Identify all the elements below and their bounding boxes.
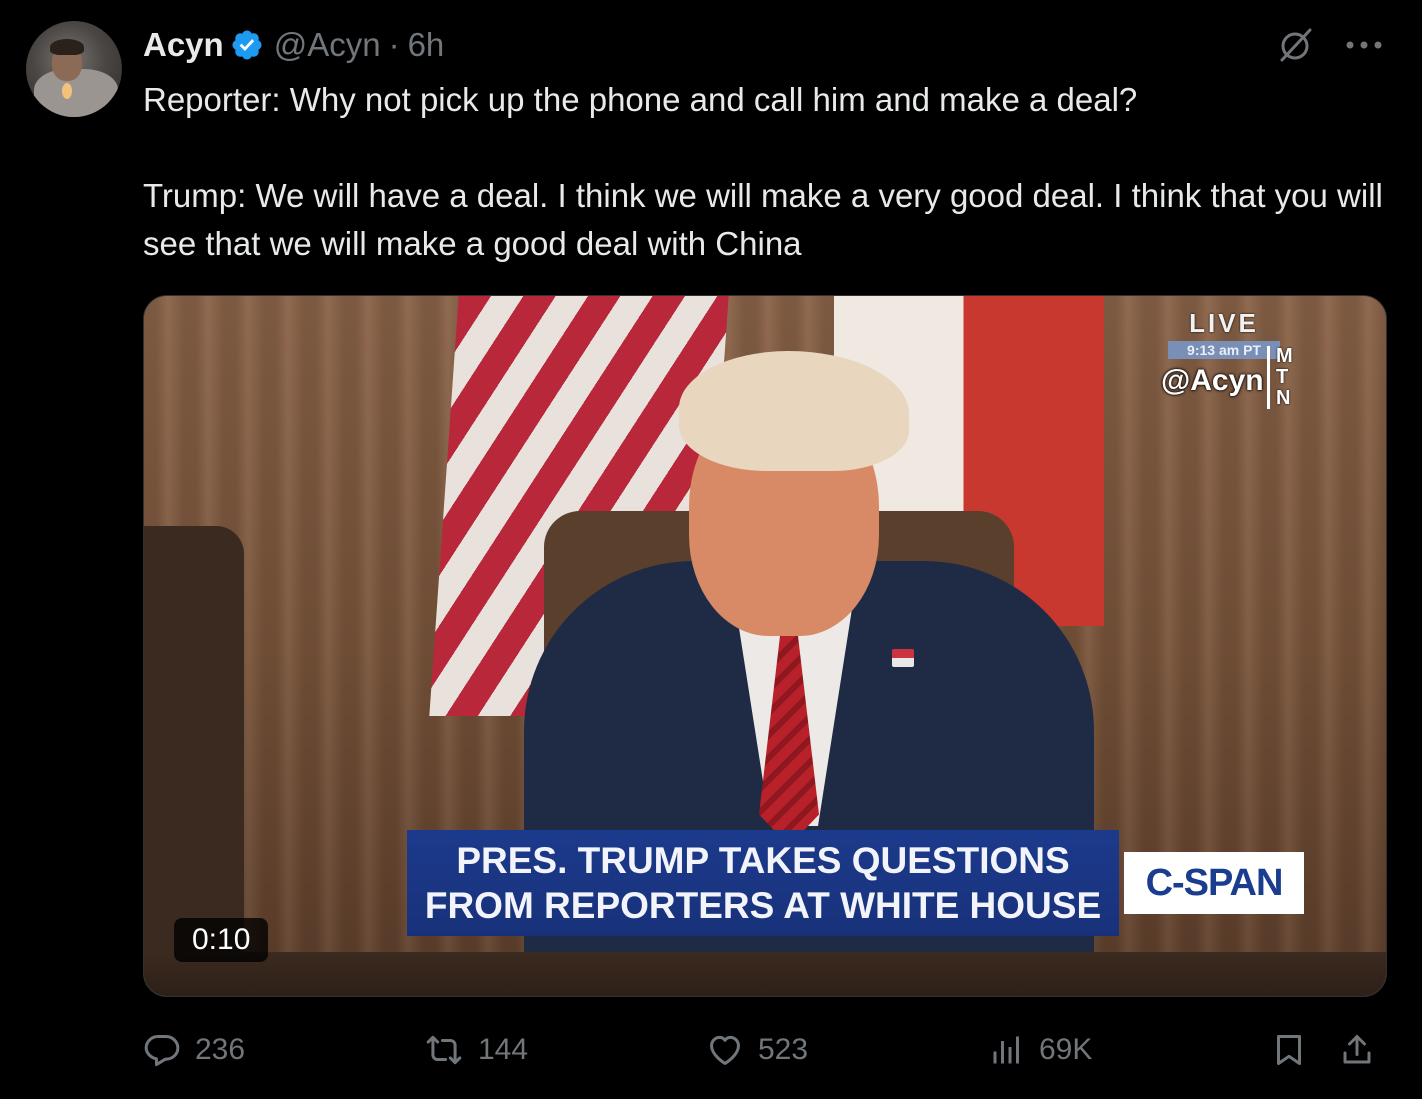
live-time: 9:13 am PT xyxy=(1168,341,1280,359)
repost-count: 144 xyxy=(478,1033,529,1066)
bookmark-button[interactable] xyxy=(1271,1026,1307,1074)
handle[interactable]: @Acyn xyxy=(274,26,381,64)
repost-button[interactable]: 144 xyxy=(424,1026,528,1074)
mtn-letter: T xyxy=(1276,366,1289,388)
news-chyron: PRES. TRUMP TAKES QUESTIONS FROM REPORTE… xyxy=(407,830,1119,936)
network-logo: C-SPAN xyxy=(1124,852,1304,914)
reply-button[interactable]: 236 xyxy=(143,1026,245,1074)
bookmark-icon xyxy=(1277,1035,1301,1065)
person-hair xyxy=(679,351,909,471)
table-edge xyxy=(144,952,1386,996)
avatar[interactable] xyxy=(26,21,122,117)
chyron-line: FROM REPORTERS AT WHITE HOUSE xyxy=(424,885,1102,926)
like-count: 523 xyxy=(758,1033,809,1066)
share-button[interactable] xyxy=(1339,1026,1375,1074)
avatar-hair xyxy=(50,39,84,55)
share-icon xyxy=(1343,1035,1371,1064)
mtn-letter: M xyxy=(1276,345,1293,367)
views-icon xyxy=(993,1036,1019,1064)
grok-icon[interactable] xyxy=(1276,25,1316,65)
views-button[interactable]: 69K xyxy=(989,1026,1092,1074)
heart-icon xyxy=(710,1035,740,1065)
timestamp[interactable]: 6h xyxy=(408,26,445,64)
like-button[interactable]: 523 xyxy=(706,1026,808,1074)
video-watermark: @Acyn xyxy=(1161,364,1264,397)
tweet-paragraph: Trump: We will have a deal. I think we w… xyxy=(143,177,1383,262)
chyron-line: PRES. TRUMP TAKES QUESTIONS xyxy=(456,840,1070,881)
verified-badge-icon xyxy=(232,30,262,60)
tweet[interactable]: Acyn @Acyn · 6h Reporter: Why not pick u… xyxy=(0,0,1422,1099)
tweet-paragraph: Reporter: Why not pick up the phone and … xyxy=(143,81,1138,118)
video-player[interactable]: LIVE 9:13 am PT @Acyn M T N PRES. TRUMP … xyxy=(143,295,1387,997)
view-count: 69K xyxy=(1039,1033,1093,1066)
reply-icon xyxy=(144,1035,180,1067)
chair-left xyxy=(144,526,244,986)
action-bar: 236 144 523 69K xyxy=(143,1026,1385,1074)
tweet-header: Acyn @Acyn · 6h xyxy=(143,24,444,66)
mtn-letter: N xyxy=(1276,387,1291,409)
more-icon[interactable] xyxy=(1344,39,1384,51)
separator-dot: · xyxy=(388,26,400,63)
video-duration: 0:10 xyxy=(174,918,269,962)
mtn-logo: M T N xyxy=(1267,346,1312,409)
live-label: LIVE xyxy=(1189,308,1259,338)
repost-icon xyxy=(426,1035,462,1065)
tweet-text: Reporter: Why not pick up the phone and … xyxy=(143,76,1395,268)
top-right-controls xyxy=(1276,25,1384,65)
reply-count: 236 xyxy=(195,1033,246,1066)
lapel-pin xyxy=(892,649,914,667)
display-name[interactable]: Acyn xyxy=(143,26,224,64)
avatar-light xyxy=(62,83,72,99)
live-badge: LIVE 9:13 am PT xyxy=(1168,308,1280,359)
